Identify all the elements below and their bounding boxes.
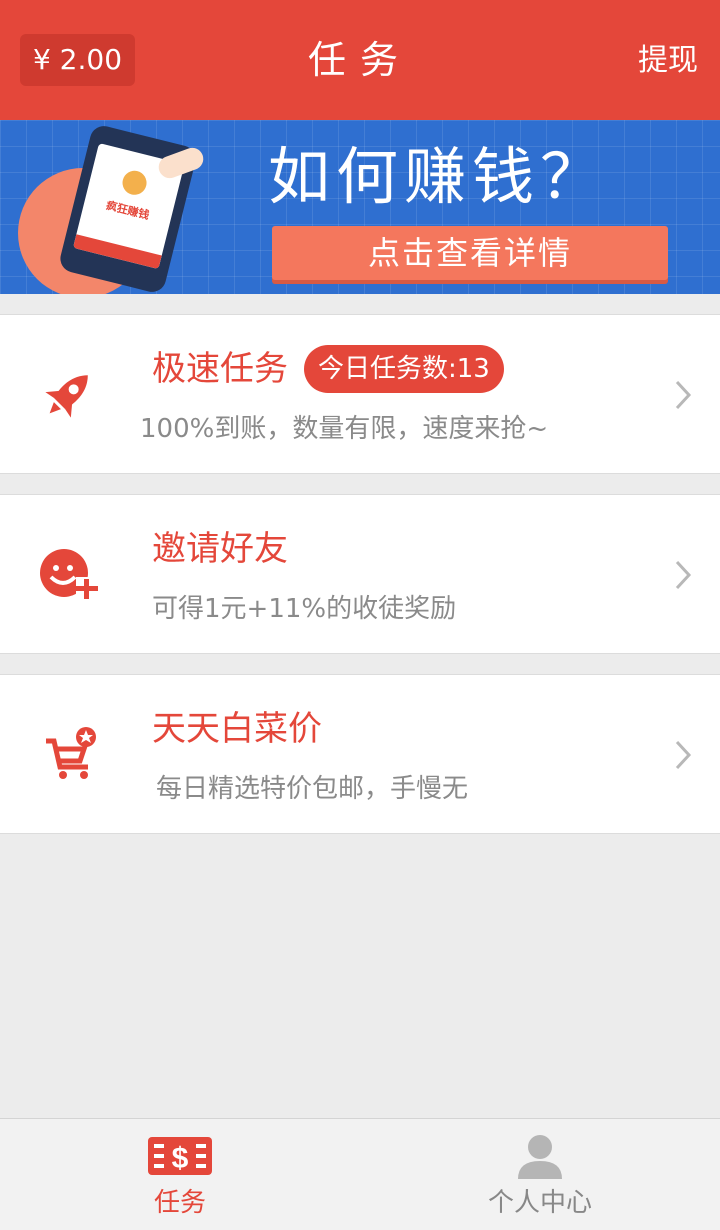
bottom-tab-bar: $ 任务 个人中心 bbox=[0, 1118, 720, 1230]
phone-screen-strip bbox=[72, 234, 162, 270]
task-count-badge: 今日任务数:13 bbox=[304, 345, 504, 393]
tab-tasks[interactable]: $ 任务 bbox=[0, 1119, 360, 1230]
chevron-right-icon bbox=[675, 380, 692, 410]
task-dollar-icon: $ bbox=[148, 1137, 212, 1175]
task-subtitle: 每日精选特价包邮，手慢无 bbox=[156, 774, 469, 804]
shopping-cart-icon bbox=[46, 727, 96, 779]
tab-label: 任务 bbox=[153, 1188, 206, 1218]
page-title: 任务 bbox=[307, 38, 412, 82]
task-card-invite[interactable]: 邀请好友 可得1元+11%的收徒奖励 bbox=[0, 494, 720, 654]
task-title: 邀请好友 bbox=[152, 529, 288, 569]
task-screen: ¥ 2.00 任务 提现 疯狂赚钱 如何赚钱？ 点击查看详情 极速任务 今日任务… bbox=[0, 0, 720, 1230]
person-icon bbox=[518, 1135, 562, 1179]
tab-profile[interactable]: 个人中心 bbox=[360, 1119, 720, 1230]
chevron-right-icon bbox=[675, 740, 692, 770]
svg-text:$: $ bbox=[172, 1142, 189, 1175]
task-title: 极速任务 bbox=[152, 349, 288, 389]
banner-headline: 如何赚钱？ bbox=[268, 140, 609, 213]
task-subtitle: 100%到账，数量有限，速度来抢~ bbox=[140, 414, 549, 444]
tab-label: 个人中心 bbox=[487, 1188, 592, 1218]
invite-friend-icon bbox=[40, 549, 98, 599]
how-to-earn-banner[interactable]: 疯狂赚钱 如何赚钱？ 点击查看详情 bbox=[0, 120, 720, 294]
phone-illustration: 疯狂赚钱 bbox=[57, 123, 199, 294]
chevron-right-icon bbox=[675, 560, 692, 590]
withdraw-button[interactable]: 提现 bbox=[638, 40, 698, 82]
view-details-button[interactable]: 点击查看详情 bbox=[272, 226, 668, 280]
task-subtitle: 可得1元+11%的收徒奖励 bbox=[152, 594, 457, 624]
top-app-bar: ¥ 2.00 任务 提现 bbox=[0, 0, 720, 120]
task-card-fast[interactable]: 极速任务 今日任务数:13 100%到账，数量有限，速度来抢~ bbox=[0, 314, 720, 474]
coin-logo-icon bbox=[119, 168, 150, 198]
rocket-icon bbox=[45, 375, 88, 418]
task-card-bargain[interactable]: 天天白菜价 每日精选特价包邮，手慢无 bbox=[0, 674, 720, 834]
task-title: 天天白菜价 bbox=[152, 709, 322, 749]
phone-screen-text: 疯狂赚钱 bbox=[104, 198, 151, 223]
